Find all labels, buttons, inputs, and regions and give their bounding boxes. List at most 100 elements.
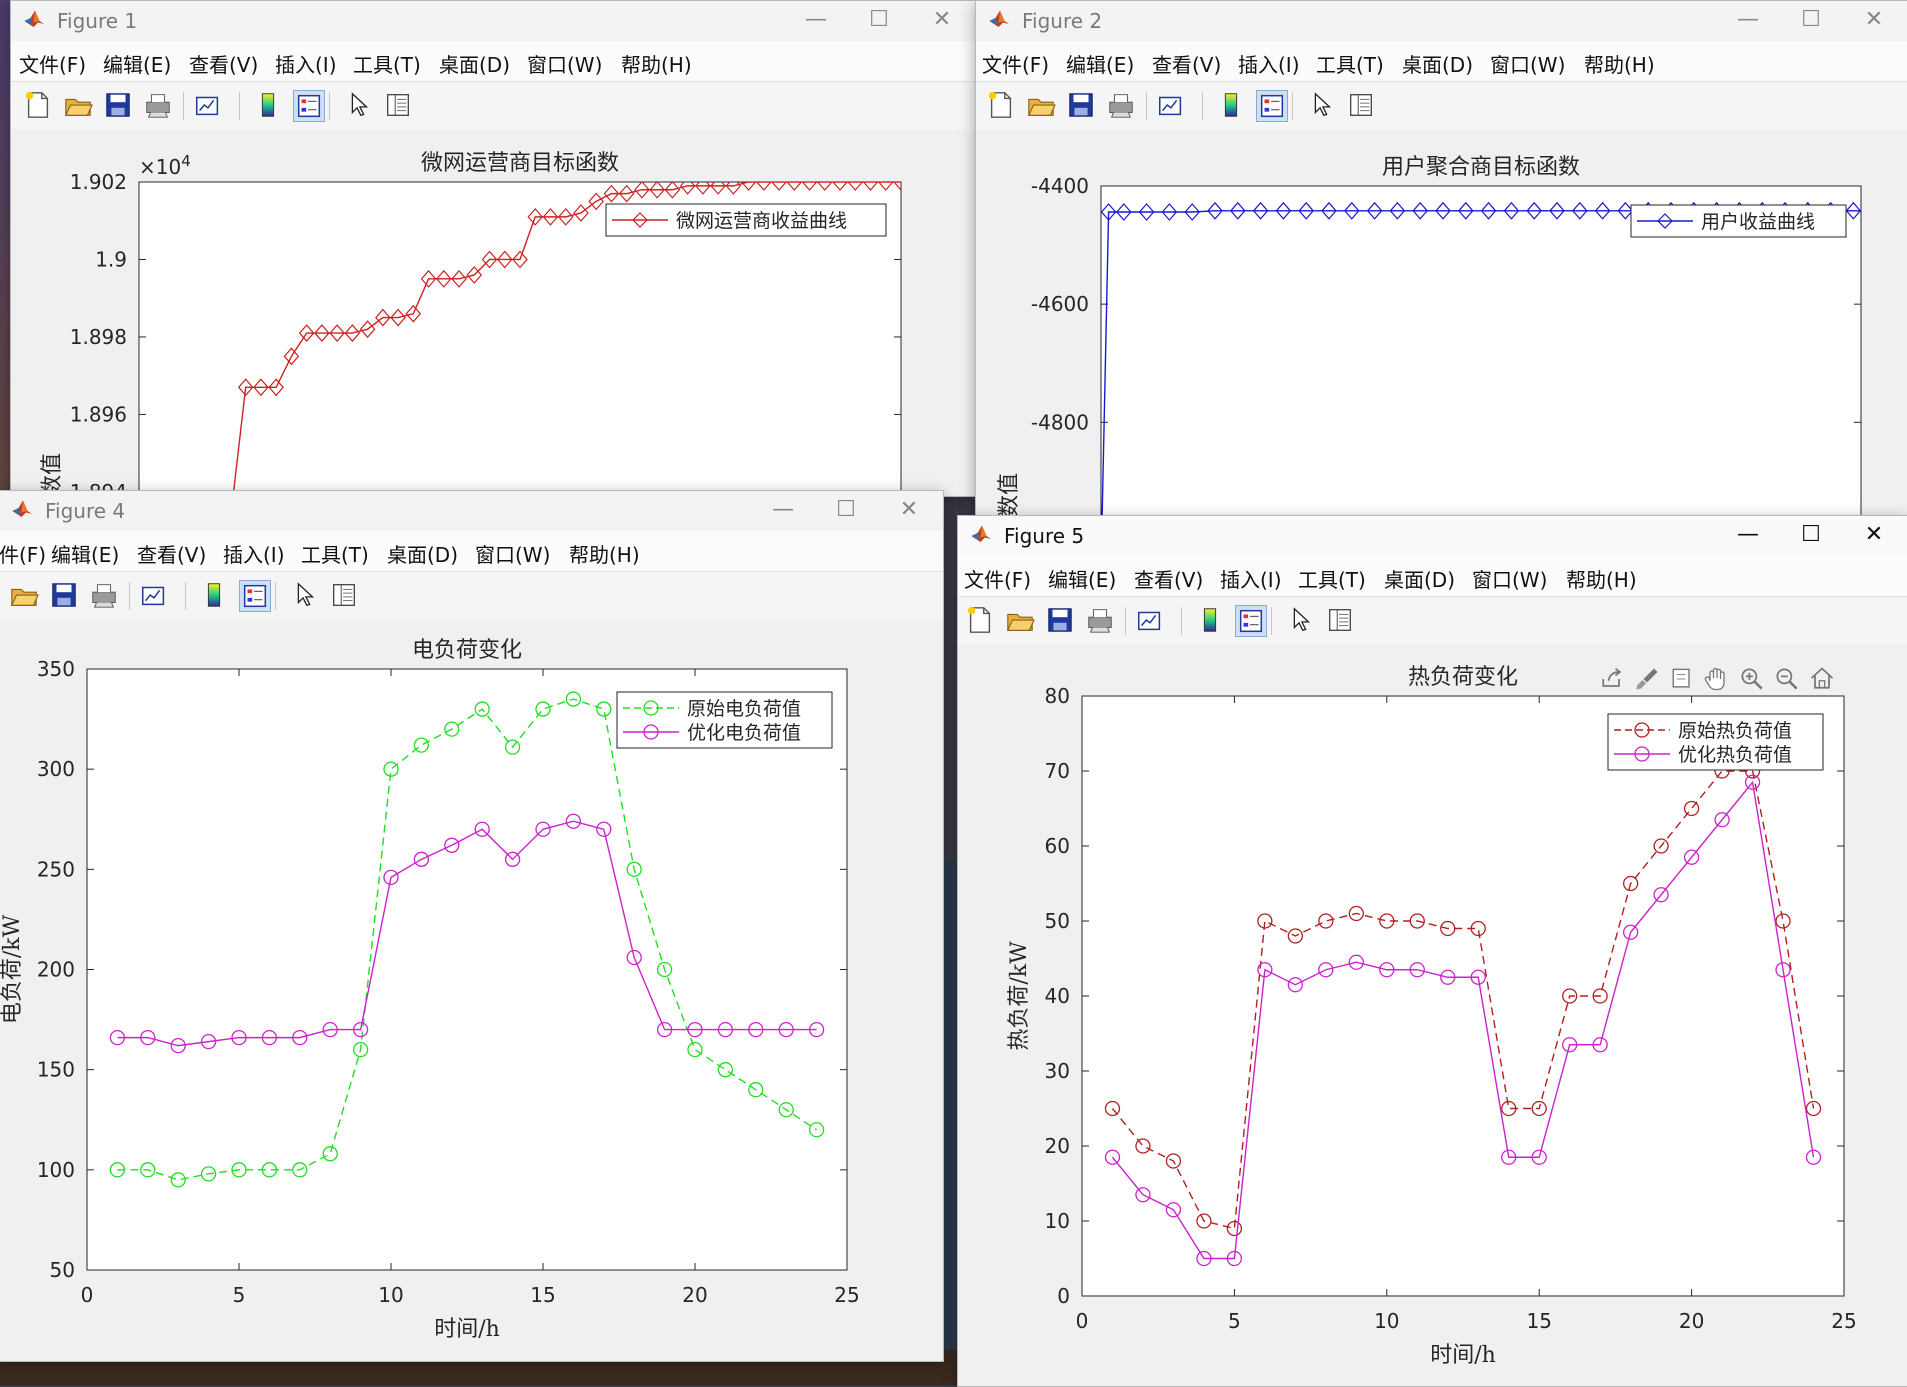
pan-hand-button[interactable] [1703, 665, 1733, 695]
title-bar[interactable]: Figure 4 — ☐ ✕ [0, 491, 943, 531]
axes-fig2[interactable]: -4400-4600-4800-5000用户聚合商目标函数目标函数值用户收益曲线 [976, 130, 1907, 516]
open-file-button[interactable] [9, 580, 41, 612]
menu-item[interactable]: 工具(T) [301, 539, 369, 568]
open-file-button[interactable] [63, 90, 95, 122]
edit-plot-cursor-button[interactable] [343, 90, 375, 122]
maximize-button[interactable]: ☐ [816, 491, 876, 531]
open-file-button[interactable] [1005, 605, 1037, 637]
insert-colorbar-button[interactable] [1216, 90, 1248, 122]
save-button[interactable] [1066, 90, 1098, 122]
menu-item[interactable]: 编辑(E) [51, 539, 119, 568]
menu-item[interactable]: 工具(T) [1298, 564, 1366, 593]
new-figure-button[interactable] [986, 90, 1018, 122]
close-button[interactable]: ✕ [912, 1, 972, 41]
edit-plot-cursor-button[interactable] [289, 580, 321, 612]
legend[interactable]: 微网运营商收益曲线 [605, 203, 887, 237]
edit-plot-cursor-button[interactable] [1306, 90, 1338, 122]
edit-plot-cursor-button[interactable] [1285, 605, 1317, 637]
menu-item[interactable]: 查看(V) [137, 539, 206, 568]
title-bar[interactable]: Figure 2 — ☐ ✕ [976, 1, 1907, 41]
open-file-button[interactable] [1026, 90, 1058, 122]
link-plot-button[interactable] [139, 580, 171, 612]
close-button[interactable]: ✕ [879, 491, 939, 531]
menu-item[interactable]: 桌面(D) [439, 49, 510, 78]
zoom-in-button[interactable] [1738, 665, 1768, 695]
menu-item[interactable]: 工具(T) [1316, 49, 1384, 78]
save-button[interactable] [1045, 605, 1077, 637]
menu-item[interactable]: 查看(V) [189, 49, 258, 78]
menu-item[interactable]: 件(F) [0, 539, 46, 568]
menu-item[interactable]: 插入(I) [1238, 49, 1300, 78]
export-button[interactable] [1598, 665, 1628, 695]
link-plot-button[interactable] [193, 90, 225, 122]
figure-canvas[interactable]: 50 100 150 200 250 300 350 0 5 10 15 20 25 电负荷变化 时间/h 电… [0, 620, 943, 1361]
menu-item[interactable]: 编辑(E) [103, 49, 171, 78]
figure-canvas[interactable]: -4400-4600-4800-5000用户聚合商目标函数目标函数值用户收益曲线 [976, 130, 1907, 516]
menu-item[interactable]: 帮助(H) [569, 539, 640, 568]
menu-item[interactable]: 插入(I) [275, 49, 337, 78]
print-button[interactable] [1085, 605, 1117, 637]
axes-fig1[interactable]: 1.8941.8961.8981.91.902微网运营商目标函数函数值×104微… [11, 130, 976, 496]
restore-view-home-button[interactable] [1808, 665, 1838, 695]
minimize-button[interactable]: — [786, 1, 846, 41]
insert-colorbar-button[interactable] [1195, 605, 1227, 637]
minimize-button[interactable]: — [753, 491, 813, 531]
property-inspector-button[interactable] [1346, 90, 1378, 122]
property-inspector-button[interactable] [383, 90, 415, 122]
insert-legend-button[interactable] [293, 90, 325, 122]
zoom-out-button[interactable] [1773, 665, 1803, 695]
legend[interactable]: 原始热负荷值优化热负荷值 [1607, 713, 1824, 771]
menu-item[interactable]: 窗口(W) [527, 49, 602, 78]
menu-item[interactable]: 窗口(W) [1472, 564, 1547, 593]
menu-item[interactable]: 帮助(H) [1566, 564, 1637, 593]
menu-item[interactable]: 编辑(E) [1066, 49, 1134, 78]
menu-item[interactable]: 桌面(D) [387, 539, 458, 568]
new-figure-button[interactable] [23, 90, 55, 122]
save-button[interactable] [103, 90, 135, 122]
menu-item[interactable]: 文件(F) [964, 564, 1031, 593]
minimize-button[interactable]: — [1718, 1, 1778, 41]
save-button[interactable] [49, 580, 81, 612]
close-button[interactable]: ✕ [1844, 516, 1904, 556]
legend[interactable]: 用户收益曲线 [1630, 204, 1847, 238]
menu-item[interactable]: 桌面(D) [1384, 564, 1455, 593]
figure-canvas[interactable]: 0 10 20 30 40 50 60 70 80 0 5 10 15 20 25 热负荷变化 时间/h 热负荷/… [958, 645, 1907, 1386]
print-button[interactable] [89, 580, 121, 612]
insert-colorbar-button[interactable] [253, 90, 285, 122]
figure-2-window[interactable]: Figure 2 — ☐ ✕ 文件(F) 编辑(E) 查看(V) 插入(I) 工具(T) 桌面(D… [975, 0, 1907, 517]
menu-item[interactable]: 插入(I) [223, 539, 285, 568]
link-plot-button[interactable] [1135, 605, 1167, 637]
menu-item[interactable]: 查看(V) [1134, 564, 1203, 593]
legend[interactable]: 原始电负荷值优化电负荷值 [616, 691, 833, 749]
menu-item[interactable]: 帮助(H) [1584, 49, 1655, 78]
insert-legend-button[interactable] [1256, 90, 1288, 122]
new-figure-button[interactable] [0, 580, 1, 612]
menu-item[interactable]: 文件(F) [19, 49, 86, 78]
title-bar[interactable]: Figure 1 — ☐ ✕ [11, 1, 976, 41]
maximize-button[interactable]: ☐ [1781, 516, 1841, 556]
menu-item[interactable]: 编辑(E) [1048, 564, 1116, 593]
title-bar[interactable]: Figure 5 — ☐ ✕ [958, 516, 1907, 556]
menu-item[interactable]: 工具(T) [353, 49, 421, 78]
minimize-button[interactable]: — [1718, 516, 1778, 556]
print-button[interactable] [1106, 90, 1138, 122]
insert-legend-button[interactable] [239, 580, 271, 612]
menu-item[interactable]: 桌面(D) [1402, 49, 1473, 78]
property-inspector-button[interactable] [329, 580, 361, 612]
insert-colorbar-button[interactable] [199, 580, 231, 612]
figure-5-window[interactable]: Figure 5 — ☐ ✕ 文件(F) 编辑(E) 查看(V) 插入(I) 工具(T) 桌面(D… [957, 515, 1907, 1387]
menu-item[interactable]: 查看(V) [1152, 49, 1221, 78]
figure-1-window[interactable]: Figure 1 — ☐ ✕ 文件(F) 编辑(E) 查看(V) 插入(I) 工具(T) 桌面(D… [10, 0, 977, 497]
menu-item[interactable]: 窗口(W) [1490, 49, 1565, 78]
data-tips-button[interactable] [1668, 665, 1698, 695]
menu-item[interactable]: 帮助(H) [621, 49, 692, 78]
close-button[interactable]: ✕ [1844, 1, 1904, 41]
insert-legend-button[interactable] [1235, 605, 1267, 637]
menu-item[interactable]: 文件(F) [982, 49, 1049, 78]
maximize-button[interactable]: ☐ [1781, 1, 1841, 41]
new-figure-button[interactable] [965, 605, 997, 637]
property-inspector-button[interactable] [1325, 605, 1357, 637]
figure-4-window[interactable]: Figure 4 — ☐ ✕ 件(F) 编辑(E) 查看(V) 插入(I) 工具(T) 桌面(D)… [0, 490, 944, 1362]
menu-item[interactable]: 窗口(W) [475, 539, 550, 568]
maximize-button[interactable]: ☐ [849, 1, 909, 41]
